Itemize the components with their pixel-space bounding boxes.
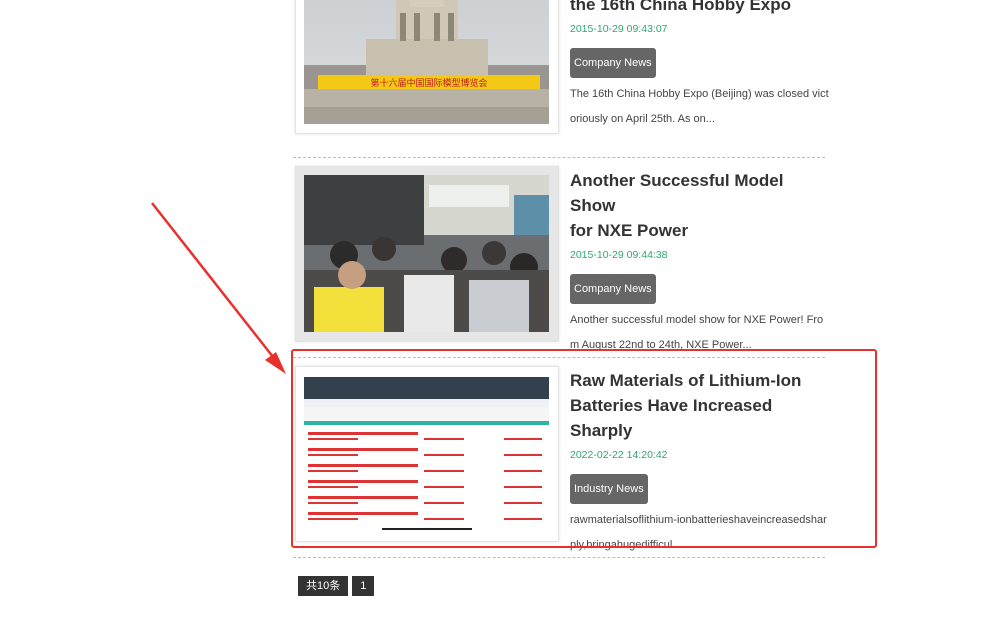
article-date: 2015-10-29 09:43:07 xyxy=(570,23,668,35)
pager-total: 共10条 xyxy=(298,576,349,596)
article-title[interactable]: Another Successful Model Show for NXE Po… xyxy=(570,168,832,243)
article-thumbnail-frame[interactable] xyxy=(295,166,559,342)
article-title-line-1[interactable]: Another Successful Model Show xyxy=(570,168,832,218)
article-thumbnail[interactable] xyxy=(304,175,549,332)
highlight-box xyxy=(291,349,877,548)
article-tag[interactable]: Company News xyxy=(570,48,656,78)
pager-page-1[interactable]: 1 xyxy=(352,576,375,596)
article-tag[interactable]: Company News xyxy=(570,274,656,304)
article-thumbnail[interactable]: 第十六届中国国际模型博览会 xyxy=(304,0,549,124)
article-date: 2015-10-29 09:44:38 xyxy=(570,249,668,261)
article-thumbnail-frame[interactable]: 第十六届中国国际模型博览会 xyxy=(295,0,559,134)
article-title-line-2[interactable]: the 16th China Hobby Expo xyxy=(570,0,791,14)
article-title-line-2[interactable]: for NXE Power xyxy=(570,218,832,243)
pagination: 共10条 1 xyxy=(298,576,375,596)
article-title[interactable]: the 16th China Hobby Expo xyxy=(570,0,832,17)
news-item[interactable]: 第十六届中国国际模型博览会 the 16th China Hobby Expo … xyxy=(293,0,829,158)
expo-banner-text: 第十六届中国国际模型博览会 xyxy=(370,77,487,89)
news-item[interactable]: Another Successful Model Show for NXE Po… xyxy=(293,158,825,358)
article-summary: The 16th China Hobby Expo (Beijing) was … xyxy=(570,88,829,125)
